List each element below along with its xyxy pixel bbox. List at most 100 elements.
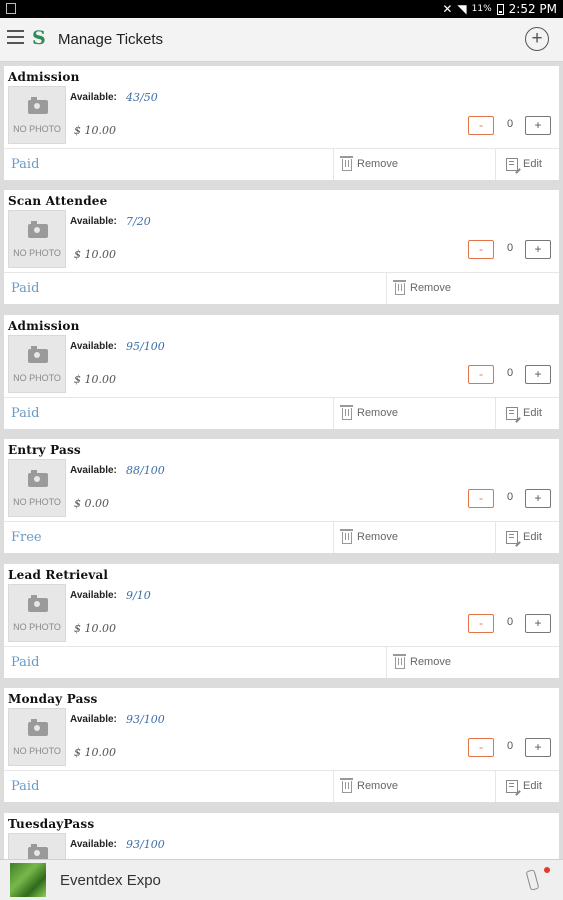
notification-dot [544,867,550,873]
edit-icon [506,779,518,793]
ticket-price: $ 10.00 [74,622,116,635]
no-photo-label: NO PHOTO [13,248,61,258]
decrease-quantity-button[interactable]: - [468,738,494,757]
scanner-icon[interactable] [524,866,550,894]
decrease-quantity-button[interactable]: - [468,614,494,633]
ticket-price: $ 10.00 [74,124,116,137]
ticket-card: Admission NO PHOTO Available: 43/50 $ 10… [4,66,559,180]
app-bar: S Manage Tickets + [0,18,563,62]
increase-quantity-button[interactable]: + [525,489,551,508]
increase-quantity-button[interactable]: + [525,614,551,633]
ticket-type: Free [11,530,42,545]
edit-button[interactable]: Edit [506,528,542,546]
quantity-value: 0 [506,367,514,379]
ticket-list[interactable]: Admission NO PHOTO Available: 43/50 $ 10… [0,62,563,859]
increase-quantity-button[interactable]: + [525,365,551,384]
remove-label: Remove [410,282,451,294]
available-value: 9/10 [126,589,151,602]
edit-button[interactable]: Edit [506,155,542,173]
remove-button[interactable]: Remove [393,653,451,671]
wifi-icon: ◥ [457,2,467,16]
divider [333,149,334,180]
trash-icon [340,405,353,420]
ticket-price: $ 0.00 [74,497,109,510]
battery-percent: 11% [471,4,492,14]
ticket-name: TuesdayPass [8,817,95,831]
ticket-card: Monday Pass NO PHOTO Available: 93/100 $… [4,688,559,802]
no-photo-label: NO PHOTO [13,373,61,383]
trash-icon [340,778,353,793]
divider [495,149,496,180]
remove-button[interactable]: Remove [340,155,398,173]
remove-button[interactable]: Remove [340,777,398,795]
decrease-quantity-button[interactable]: - [468,489,494,508]
edit-button[interactable]: Edit [506,777,542,795]
event-thumbnail [10,863,46,897]
ticket-photo[interactable] [8,833,66,859]
no-photo-label: NO PHOTO [13,746,61,756]
available-value: 7/20 [126,215,151,228]
ticket-card: TuesdayPass Available: 93/100 [4,813,559,859]
remove-button[interactable]: Remove [340,404,398,422]
available-label: Available: [70,216,117,227]
divider [4,770,559,771]
decrease-quantity-button[interactable]: - [468,365,494,384]
decrease-quantity-button[interactable]: - [468,240,494,259]
ticket-photo[interactable]: NO PHOTO [8,335,66,393]
available-value: 88/100 [126,464,165,477]
notification-icon [6,3,16,14]
remove-label: Remove [357,780,398,792]
ticket-photo[interactable]: NO PHOTO [8,708,66,766]
divider [4,397,559,398]
mute-icon: ✕ [442,2,453,16]
app-logo-icon: S [32,27,46,49]
remove-button[interactable]: Remove [393,279,451,297]
increase-quantity-button[interactable]: + [525,116,551,135]
ticket-name: Lead Retrieval [8,568,109,582]
no-photo-label: NO PHOTO [13,124,61,134]
add-ticket-button[interactable]: + [525,27,549,51]
ticket-card: Scan Attendee NO PHOTO Available: 7/20 $… [4,190,559,304]
menu-icon[interactable] [7,30,24,44]
edit-label: Edit [523,780,542,792]
ticket-photo[interactable]: NO PHOTO [8,584,66,642]
camera-icon [28,470,48,487]
no-photo-label: NO PHOTO [13,622,61,632]
increase-quantity-button[interactable]: + [525,738,551,757]
trash-icon [340,156,353,171]
ticket-type: Paid [11,655,40,670]
ticket-price: $ 10.00 [74,248,116,261]
status-bar: ✕ ◥ 11% 2:52 PM [0,0,563,18]
decrease-quantity-button[interactable]: - [468,116,494,135]
ticket-type: Paid [11,157,40,172]
ticket-photo[interactable]: NO PHOTO [8,210,66,268]
divider [386,273,387,304]
ticket-name: Scan Attendee [8,194,108,208]
camera-icon [28,719,48,736]
edit-button[interactable]: Edit [506,404,542,422]
ticket-card: Admission NO PHOTO Available: 95/100 $ 1… [4,315,559,429]
available-label: Available: [70,92,117,103]
remove-label: Remove [357,407,398,419]
divider [333,522,334,553]
ticket-photo[interactable]: NO PHOTO [8,459,66,517]
camera-icon [28,97,48,114]
ticket-price: $ 10.00 [74,746,116,759]
divider [333,398,334,429]
edit-label: Edit [523,407,542,419]
ticket-photo[interactable]: NO PHOTO [8,86,66,144]
available-label: Available: [70,590,117,601]
ticket-name: Admission [8,319,80,333]
remove-button[interactable]: Remove [340,528,398,546]
ticket-type: Paid [11,406,40,421]
edit-label: Edit [523,158,542,170]
available-label: Available: [70,341,117,352]
battery-icon [496,3,504,15]
trash-icon [393,280,406,295]
available-label: Available: [70,714,117,725]
edit-icon [506,530,518,544]
edit-icon [506,157,518,171]
status-icons: ✕ ◥ 11% 2:52 PM [442,2,557,16]
event-footer[interactable]: Eventdex Expo [0,859,563,900]
increase-quantity-button[interactable]: + [525,240,551,259]
